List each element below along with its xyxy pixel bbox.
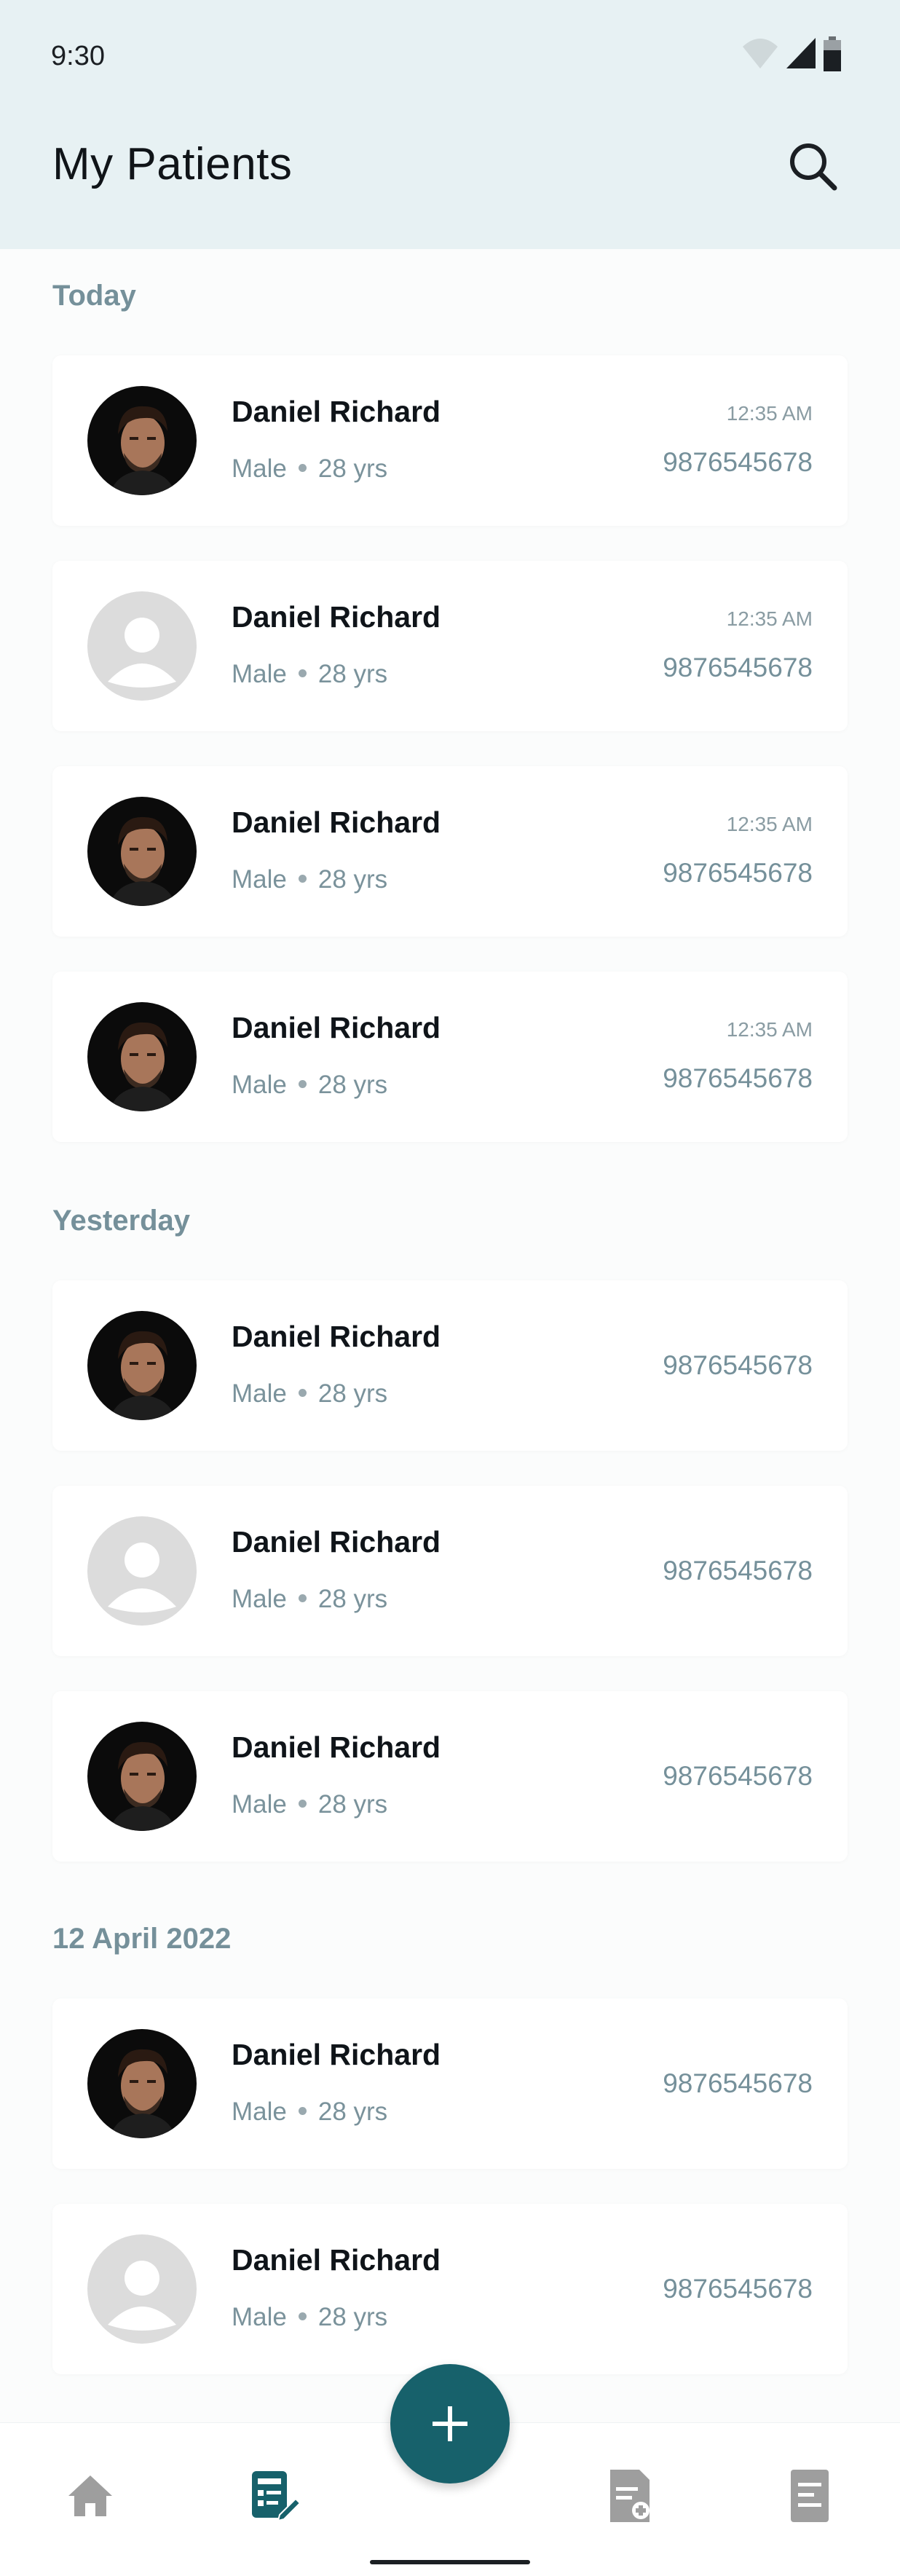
patient-name: Daniel Richard: [232, 806, 441, 839]
patient-name: Daniel Richard: [232, 1011, 441, 1044]
avatar: [87, 1002, 197, 1111]
separator-dot: [298, 1389, 307, 1398]
patient-card[interactable]: Daniel Richard Male 28 yrs 9876545678: [52, 1691, 848, 1862]
patient-age: 28 yrs: [317, 454, 388, 483]
patient-age: 28 yrs: [317, 1790, 388, 1819]
patient-age: 28 yrs: [317, 2303, 388, 2331]
patient-name: Daniel Richard: [232, 1320, 441, 1353]
separator-dot: [298, 1594, 307, 1603]
add-patient-button[interactable]: [390, 2364, 510, 2484]
patients-icon: [252, 2471, 301, 2522]
patient-age: 28 yrs: [317, 2098, 388, 2126]
patient-meta: Male 28 yrs: [232, 1071, 387, 1100]
patient-phone: 9876545678: [663, 2068, 813, 2098]
visit-time: 12:35 AM: [726, 607, 813, 630]
patient-name: Daniel Richard: [232, 600, 441, 634]
section-label: Yesterday: [52, 1205, 191, 1237]
patient-phone: 9876545678: [663, 1350, 813, 1380]
avatar: [87, 797, 197, 906]
visit-time: 12:35 AM: [726, 402, 813, 425]
avatar: [87, 1722, 197, 1831]
avatar-placeholder-icon: [87, 2234, 197, 2344]
home-indicator: [370, 2560, 530, 2564]
patient-phone: 9876545678: [663, 653, 813, 682]
patient-gender: Male: [232, 660, 287, 688]
visit-time: 12:35 AM: [726, 1018, 813, 1041]
nav-home[interactable]: [61, 2467, 119, 2525]
patient-gender: Male: [232, 865, 287, 894]
patient-gender: Male: [232, 1790, 287, 1819]
patient-gender: Male: [232, 2303, 287, 2331]
patient-gender: Male: [232, 1379, 287, 1408]
status-icons: [741, 36, 850, 73]
separator-dot: [298, 2312, 307, 2321]
patient-age: 28 yrs: [317, 865, 388, 894]
patient-gender: Male: [232, 2098, 287, 2126]
section-label: 12 April 2022: [52, 1923, 232, 1955]
signal-icon: [786, 38, 816, 68]
patient-age: 28 yrs: [317, 1585, 388, 1613]
avatar-placeholder-icon: [87, 591, 197, 701]
separator-dot: [298, 464, 307, 473]
patient-meta: Male 28 yrs: [232, 454, 387, 484]
patient-name: Daniel Richard: [232, 2243, 441, 2277]
home-icon: [68, 2475, 112, 2516]
patient-name: Daniel Richard: [232, 395, 441, 428]
patient-name: Daniel Richard: [232, 2038, 441, 2071]
patient-gender: Male: [232, 1585, 287, 1613]
patient-age: 28 yrs: [317, 660, 388, 688]
visit-time: 12:35 AM: [726, 813, 813, 835]
patient-card[interactable]: Daniel Richard Male 28 yrs 9876545678: [52, 2204, 848, 2374]
patient-age: 28 yrs: [317, 1379, 388, 1408]
patient-meta: Male 28 yrs: [232, 2098, 387, 2127]
patient-card[interactable]: Daniel Richard Male 28 yrs 12:35 AM 98765…: [52, 561, 848, 731]
search-icon: [790, 143, 837, 191]
section-label: Today: [52, 280, 136, 312]
patient-card[interactable]: Daniel Richard Male 28 yrs 9876545678: [52, 1486, 848, 1656]
nav-add-report[interactable]: [601, 2467, 660, 2525]
separator-dot: [298, 1080, 307, 1089]
patient-phone: 9876545678: [663, 1761, 813, 1791]
patient-gender: Male: [232, 454, 287, 483]
patient-meta: Male 28 yrs: [232, 865, 387, 894]
separator-dot: [298, 1800, 307, 1808]
separator-dot: [298, 2107, 307, 2116]
patient-card[interactable]: Daniel Richard Male 28 yrs 12:35 AM 98765…: [52, 766, 848, 937]
separator-dot: [298, 875, 307, 883]
patient-card[interactable]: Daniel Richard Male 28 yrs 12:35 AM 98765…: [52, 972, 848, 1142]
nav-patients[interactable]: [245, 2467, 303, 2525]
patient-phone: 9876545678: [663, 1556, 813, 1586]
battery-icon: [824, 36, 841, 71]
patient-card[interactable]: Daniel Richard Male 28 yrs 12:35 AM 98765…: [52, 355, 848, 526]
patient-meta: Male 28 yrs: [232, 1790, 387, 1819]
patient-meta: Male 28 yrs: [232, 1379, 387, 1409]
nav-documents[interactable]: [781, 2467, 839, 2525]
patient-phone: 9876545678: [663, 2274, 813, 2304]
avatar: [87, 1311, 197, 1420]
avatar: [87, 2029, 197, 2138]
patient-name: Daniel Richard: [232, 1525, 441, 1559]
document-icon: [791, 2470, 829, 2522]
patient-meta: Male 28 yrs: [232, 660, 387, 689]
patient-card[interactable]: Daniel Richard Male 28 yrs 9876545678: [52, 1280, 848, 1451]
patient-meta: Male 28 yrs: [232, 2303, 387, 2332]
patient-name: Daniel Richard: [232, 1730, 441, 1764]
status-time: 9:30: [51, 41, 105, 71]
patient-gender: Male: [232, 1071, 287, 1099]
app-header: 9:30 My Patients: [0, 0, 900, 249]
add-report-icon: [610, 2470, 650, 2522]
patient-card[interactable]: Daniel Richard Male 28 yrs 9876545678: [52, 1998, 848, 2169]
patient-phone: 9876545678: [663, 1063, 813, 1093]
patient-meta: Male 28 yrs: [232, 1585, 387, 1614]
separator-dot: [298, 669, 307, 678]
patient-phone: 9876545678: [663, 447, 813, 477]
page-title: My Patients: [52, 139, 293, 189]
search-button[interactable]: [786, 140, 839, 192]
patient-phone: 9876545678: [663, 858, 813, 888]
plus-icon: [433, 2406, 467, 2441]
patient-age: 28 yrs: [317, 1071, 388, 1099]
wifi-icon: [743, 39, 778, 68]
avatar: [87, 386, 197, 495]
avatar-placeholder-icon: [87, 1516, 197, 1626]
